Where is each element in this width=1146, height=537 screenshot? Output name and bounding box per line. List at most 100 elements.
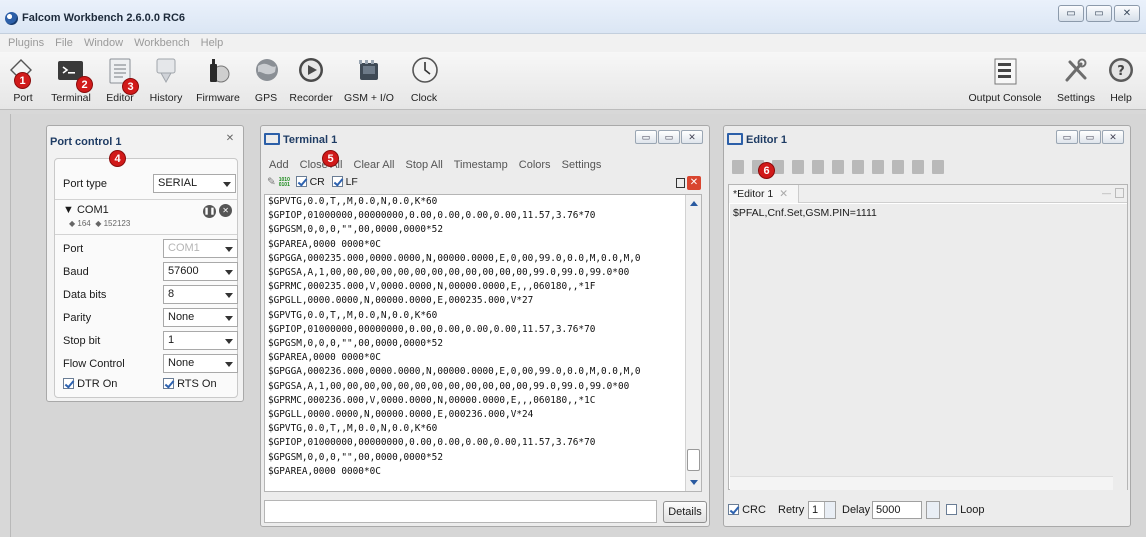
toolbar-recorder-label: Recorder <box>289 92 333 104</box>
retry-spinner[interactable]: 1 <box>808 501 836 519</box>
cut-icon[interactable] <box>892 160 904 174</box>
terminal-restore-icon[interactable] <box>676 178 685 188</box>
close-button[interactable]: ✕ <box>681 130 703 144</box>
crc-toggle[interactable]: CRC <box>728 504 766 516</box>
spinner-arrows-icon[interactable] <box>824 502 835 518</box>
toolbar-recorder-button[interactable]: Recorder <box>289 56 333 104</box>
loop-checkbox[interactable] <box>946 504 957 515</box>
scroll-down-icon[interactable] <box>690 480 698 485</box>
toolbar-history-button[interactable]: History <box>146 56 186 104</box>
menu-help[interactable]: Help <box>201 34 224 52</box>
colors-action[interactable]: Colors <box>519 159 551 171</box>
send-line-icon[interactable] <box>792 160 804 174</box>
maximize-button[interactable]: ▭ <box>658 130 680 144</box>
save-icon[interactable] <box>852 160 864 174</box>
cr-checkbox[interactable] <box>295 176 307 187</box>
close-tab-icon[interactable]: ✕ <box>779 188 788 200</box>
spinner-arrows-icon[interactable] <box>927 502 939 518</box>
toolbar-history-label: History <box>149 92 183 104</box>
minimize-button[interactable]: ▭ <box>1058 5 1084 22</box>
hex-toggle-icon[interactable]: 1010 0101 <box>279 178 293 188</box>
expand-arrow-icon[interactable]: ▼ <box>63 204 74 216</box>
history-icon <box>151 56 181 86</box>
delay-input[interactable]: 5000 <box>872 501 922 519</box>
lf-label: LF <box>345 176 358 188</box>
toolbar-settings-button[interactable]: Settings <box>1054 56 1098 104</box>
editor-text-area[interactable]: $PFAL,Cnf.Set,GSM.PIN=1111 <box>730 204 1127 490</box>
maximize-button[interactable]: ▭ <box>1086 5 1112 22</box>
paste-icon[interactable] <box>932 160 944 174</box>
toolbar-gsm-io-label: GSM + I/O <box>344 92 394 104</box>
toolbar-firmware-label: Firmware <box>196 92 240 104</box>
close-icon[interactable]: ✕ <box>223 133 237 145</box>
minimize-button[interactable]: ▭ <box>1056 130 1078 144</box>
data-bits-value: 8 <box>168 288 175 300</box>
port-select[interactable]: COM1 <box>163 239 238 258</box>
field-label-port: Port <box>63 243 84 255</box>
import-icon[interactable] <box>812 160 824 174</box>
timestamp-action[interactable]: Timestamp <box>454 159 508 171</box>
toolbar-firmware-button[interactable]: Firmware <box>196 56 240 104</box>
terminal-line: $GPGGA,000235.000,0000.0000,N,00000.0000… <box>268 252 641 264</box>
rts-toggle[interactable]: RTS On <box>163 378 217 390</box>
dtr-toggle[interactable]: DTR On <box>63 378 117 390</box>
dtr-checkbox[interactable] <box>63 378 74 389</box>
port-type-select[interactable]: SERIAL <box>153 174 236 193</box>
maximize-view-icon[interactable] <box>1115 188 1124 198</box>
toolbar-output-console-button[interactable]: Output Console <box>966 56 1044 104</box>
terminal-line: $GPIOP,01000000,00000000,0.00,0.00,0.00,… <box>268 323 596 335</box>
terminal-output[interactable]: $GPVTG,0.0,T,,M,0.0,N,0.0,K*60 $GPIOP,010… <box>264 194 702 492</box>
stop-all-action[interactable]: Stop All <box>406 159 443 171</box>
terminal-line: $GPGLL,0000.0000,N,00000.0000,E,000236.0… <box>268 409 534 421</box>
crc-checkbox[interactable] <box>728 504 739 515</box>
terminal-line: $GPVTG,0.0,T,,M,0.0,N,0.0,K*60 <box>268 309 438 321</box>
delay-spinner[interactable] <box>926 501 940 519</box>
maximize-button[interactable]: ▭ <box>1079 130 1101 144</box>
close-button[interactable]: ✕ <box>1102 130 1124 144</box>
toolbar-gps-button[interactable]: GPS <box>252 56 280 104</box>
minimize-button[interactable]: ▭ <box>635 130 657 144</box>
menu-window[interactable]: Window <box>84 34 123 52</box>
terminal-close-icon[interactable]: ✕ <box>687 176 701 190</box>
add-action[interactable]: Add <box>269 159 289 171</box>
copy-icon[interactable] <box>912 160 924 174</box>
save-as-icon[interactable] <box>872 160 884 174</box>
terminal-line: $GPAREA,0000 0000*0C <box>268 465 381 477</box>
terminal-scrollbar[interactable] <box>685 195 701 491</box>
lf-checkbox[interactable] <box>331 176 343 187</box>
disconnect-icon[interactable]: ✕ <box>219 204 233 217</box>
menu-workbench[interactable]: Workbench <box>134 34 189 52</box>
editor-area: *Editor 1 ✕ — $PFAL,Cnf.Set,GSM.PIN=1111 <box>728 184 1128 490</box>
clear-all-action[interactable]: Clear All <box>354 159 395 171</box>
field-label-parity: Parity <box>63 312 92 324</box>
toolbar-gsm-io-button[interactable]: GSM + I/O <box>343 56 395 104</box>
flow-control-select[interactable]: None <box>163 354 238 373</box>
new-file-icon[interactable] <box>732 160 744 174</box>
data-bits-select[interactable]: 8 <box>163 285 238 304</box>
crc-label: CRC <box>742 504 766 516</box>
scroll-up-icon[interactable] <box>690 201 698 206</box>
parity-select[interactable]: None <box>163 308 238 327</box>
close-button[interactable]: ✕ <box>1114 5 1140 22</box>
settings-action[interactable]: Settings <box>562 159 602 171</box>
details-button[interactable]: Details <box>663 501 707 523</box>
toolbar-terminal-label: Terminal <box>51 92 91 104</box>
editor-tab[interactable]: *Editor 1 ✕ <box>729 185 799 203</box>
minimize-view-icon[interactable]: — <box>1102 188 1111 198</box>
editor-horizontal-scrollbar[interactable] <box>730 476 1113 490</box>
menu-file[interactable]: File <box>55 34 73 52</box>
toolbar-clock-button[interactable]: Clock <box>410 56 438 104</box>
baud-select[interactable]: 57600 <box>163 262 238 281</box>
eraser-icon[interactable]: ✎ <box>267 176 276 188</box>
loop-toggle[interactable]: Loop <box>946 504 985 516</box>
delete-icon[interactable] <box>832 160 844 174</box>
rts-checkbox[interactable] <box>163 378 174 389</box>
pause-icon[interactable]: ❚❚ <box>203 205 216 218</box>
toolbar-help-button[interactable]: ? Help <box>1106 56 1136 104</box>
stop-bit-select[interactable]: 1 <box>163 331 238 350</box>
terminal-command-input[interactable] <box>264 500 657 523</box>
menu-plugins[interactable]: Plugins <box>8 34 44 52</box>
editor-vertical-scrollbar[interactable] <box>1113 204 1127 470</box>
scroll-thumb[interactable] <box>687 449 700 471</box>
callout-badge-3: 3 <box>122 78 139 95</box>
